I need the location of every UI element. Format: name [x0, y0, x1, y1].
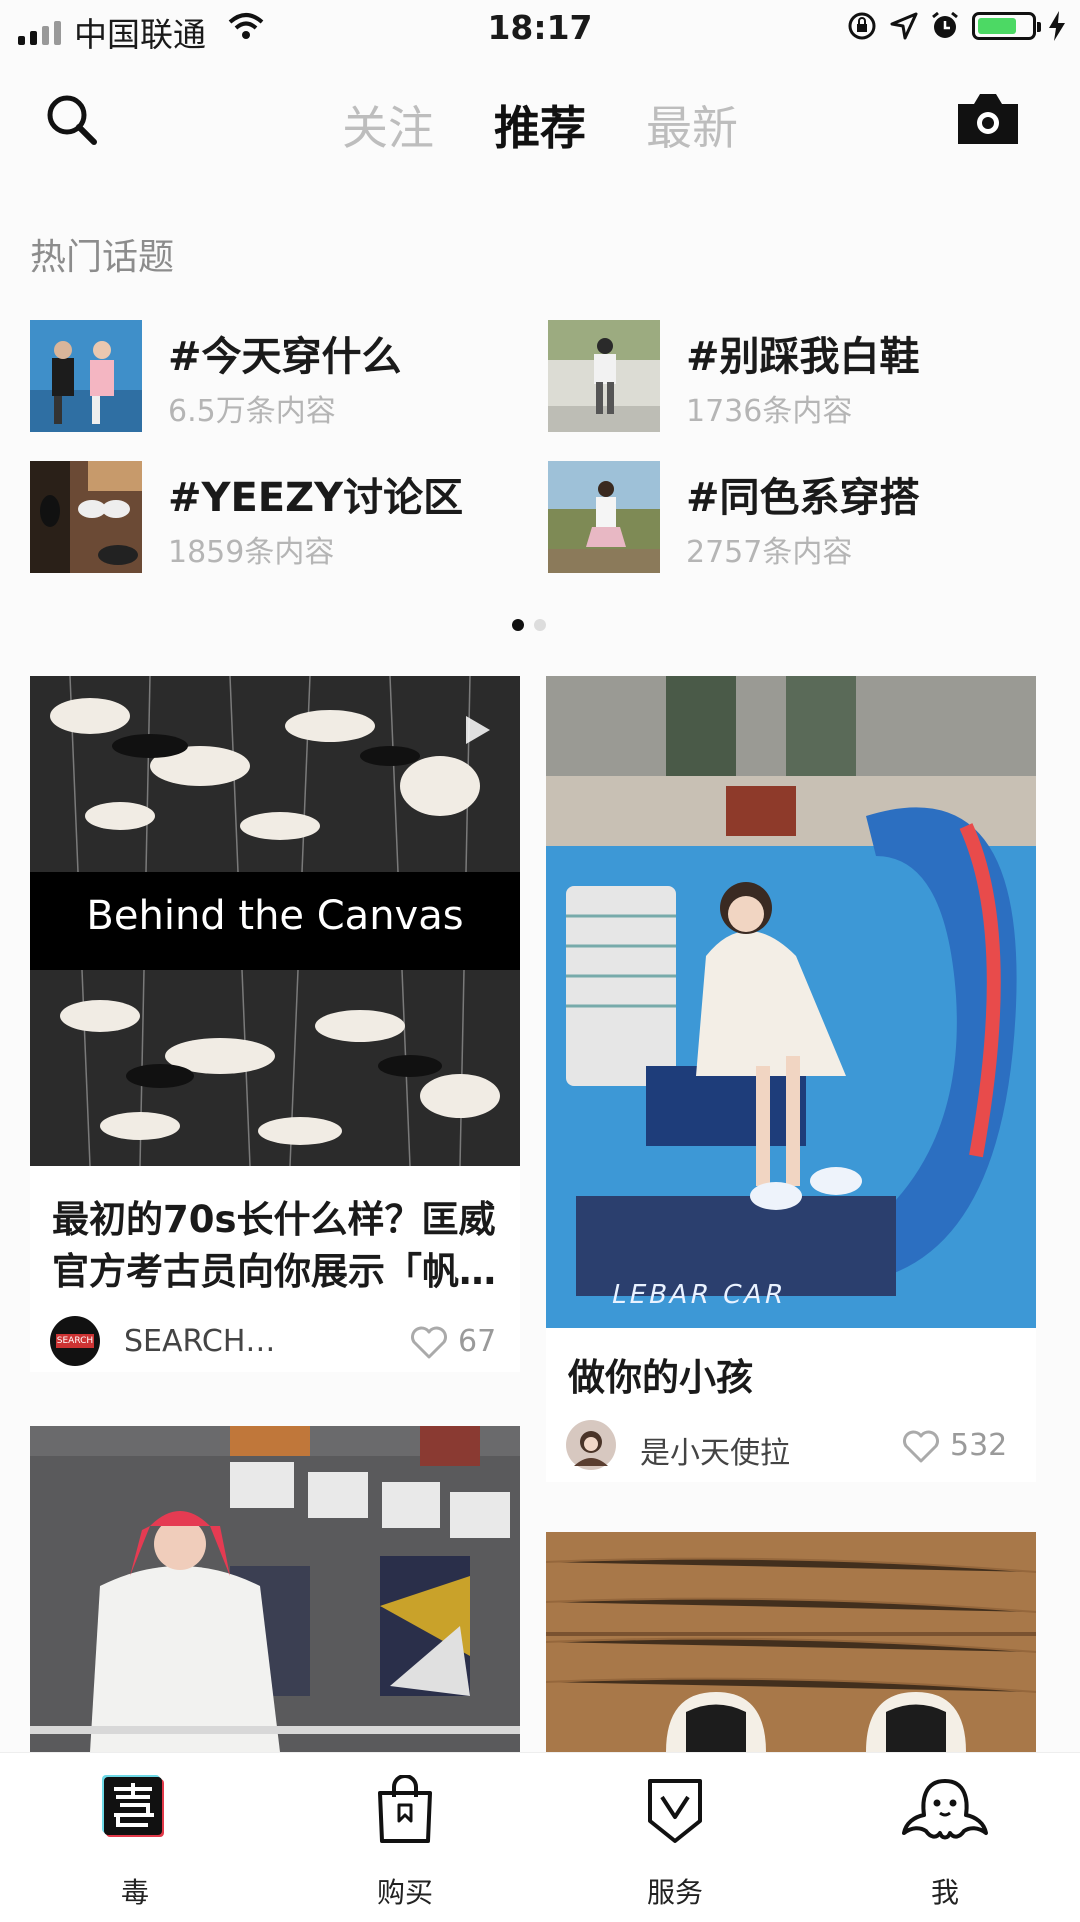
avatar[interactable] [566, 1420, 616, 1470]
hot-topics-title: 热门话题 [30, 237, 175, 278]
tab-buy[interactable]: 购买 [270, 1753, 540, 1922]
tab-label: 我 [930, 1876, 959, 1909]
card-image-text: LEBAR CAR [608, 1280, 790, 1310]
tab-label: 购买 [376, 1876, 433, 1909]
status-icons [846, 10, 1066, 42]
feed-tabs: 关注 推荐 最新 [0, 92, 1080, 158]
tab-recommended[interactable]: 推荐 [494, 92, 586, 158]
topic-item[interactable]: #同色系穿搭 2757条内容 [548, 461, 1058, 573]
shield-check-icon [648, 1779, 702, 1843]
topic-name: #今天穿什么 [168, 334, 402, 380]
tab-following[interactable]: 关注 [342, 92, 434, 158]
like-count: 67 [458, 1324, 497, 1359]
topic-item[interactable]: #今天穿什么 6.5万条内容 [30, 320, 540, 432]
topic-count: 2757条内容 [686, 535, 853, 570]
topic-item[interactable]: #别踩我白鞋 1736条内容 [548, 320, 1058, 432]
topic-count: 6.5万条内容 [168, 394, 336, 429]
feed-card[interactable] [546, 1532, 1036, 1752]
rotation-lock-icon [848, 12, 876, 40]
charging-bolt-icon [1049, 11, 1065, 41]
topic-name: #同色系穿搭 [686, 475, 920, 521]
feed-card[interactable] [30, 1426, 520, 1752]
battery-icon [972, 12, 1041, 40]
topic-count: 1859条内容 [168, 535, 335, 570]
avatar[interactable]: SEARCH [50, 1316, 100, 1366]
like-count: 532 [950, 1428, 1008, 1463]
card-image-title: Behind the Canvas [86, 893, 464, 939]
bottom-tab-bar: 毒 购买 服务 我 [0, 1752, 1080, 1922]
tab-label: 毒 [120, 1876, 149, 1909]
topic-name: #YEEZY讨论区 [168, 475, 464, 521]
camera-icon[interactable] [956, 92, 1020, 146]
author-name[interactable]: 是小天使拉 [640, 1428, 790, 1472]
tab-label: 服务 [646, 1876, 703, 1909]
topic-thumbnail [548, 461, 660, 573]
topic-thumbnail [548, 320, 660, 432]
octopus-icon [902, 1779, 988, 1840]
author-name[interactable]: SEARCH… [124, 1324, 275, 1359]
tab-du[interactable]: 毒 [0, 1753, 270, 1922]
status-bar: 中国联通 18:17 [0, 0, 1080, 62]
avatar-logo-text: SEARCH [56, 1334, 94, 1348]
topic-thumbnail [30, 461, 142, 573]
heart-icon[interactable] [410, 1326, 448, 1360]
tab-me[interactable]: 我 [810, 1753, 1080, 1922]
feed-card[interactable]: Behind the Canvas 最初的70s长什么样？匡威官方考古员向你展示… [30, 676, 520, 1372]
topic-item[interactable]: #YEEZY讨论区 1859条内容 [30, 461, 540, 573]
alarm-icon [932, 11, 958, 38]
card-image [546, 1532, 1036, 1752]
location-arrow-icon [890, 12, 918, 40]
card-caption: 最初的70s长什么样？匡威官方考古员向你展示「帆… [52, 1198, 496, 1293]
card-caption: 做你的小孩 [568, 1356, 753, 1399]
topic-count: 1736条内容 [686, 394, 853, 429]
shopping-bag-icon [378, 1775, 432, 1843]
du-logo-icon [102, 1775, 164, 1837]
heart-icon[interactable] [902, 1430, 940, 1464]
tab-latest[interactable]: 最新 [646, 92, 738, 158]
page-indicator-dot-active [512, 619, 524, 631]
page-indicator-dot [534, 619, 546, 631]
card-image [546, 676, 1036, 1328]
topic-thumbnail [30, 320, 142, 432]
topic-name: #别踩我白鞋 [686, 334, 920, 380]
tab-service[interactable]: 服务 [540, 1753, 810, 1922]
feed-card[interactable]: LEBAR CAR 做你的小孩 是小天使拉 532 [546, 676, 1036, 1482]
card-image [30, 1426, 520, 1752]
